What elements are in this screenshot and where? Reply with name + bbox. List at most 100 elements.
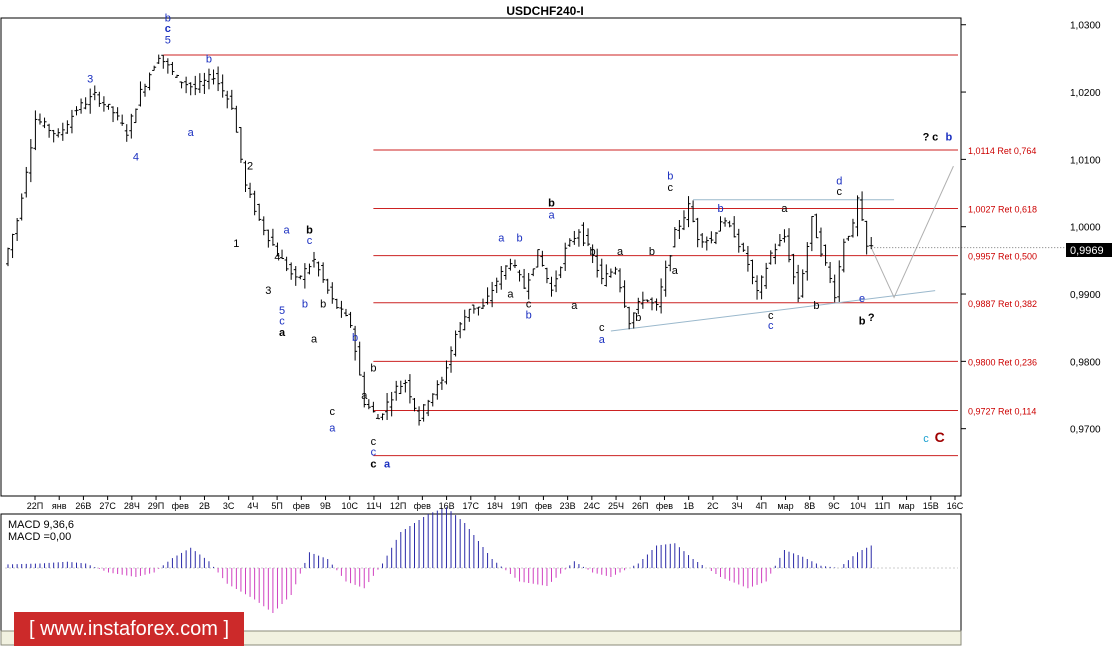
macd-label: MACD 9,36,6 <box>8 519 74 531</box>
wave-label: 1 <box>233 238 239 250</box>
wave-label: c <box>330 406 336 418</box>
macd-value-label: MACD =0,00 <box>8 531 71 543</box>
wave-label: b <box>649 246 655 258</box>
x-tick-label: фев <box>293 501 310 511</box>
wave-label: b <box>370 362 376 374</box>
x-tick-label: 4Ч <box>247 501 258 511</box>
x-tick-label: 15В <box>923 501 939 511</box>
y-tick-label: 1,0000 <box>1070 223 1101 234</box>
x-tick-label: 11П <box>874 501 890 511</box>
wave-label: a <box>781 203 788 215</box>
x-tick-label: фев <box>656 501 673 511</box>
wave-label: c <box>165 23 171 35</box>
wave-label: c <box>932 132 938 144</box>
chart-title: USDCHF240-I <box>506 4 583 18</box>
x-tick-label: мар <box>777 501 793 511</box>
wave-label: c <box>923 433 929 445</box>
x-tick-label: 26В <box>75 501 91 511</box>
wave-label: c <box>279 315 285 327</box>
x-tick-label: 27С <box>99 501 116 511</box>
y-tick-label: 0,9700 <box>1070 425 1101 436</box>
x-tick-label: 9С <box>828 501 840 511</box>
wave-label: a <box>498 233 505 245</box>
wave-label: b <box>945 132 952 144</box>
wave-label: c <box>668 182 674 194</box>
wave-label: b <box>590 246 596 258</box>
wave-label: e <box>859 293 865 305</box>
y-tick-label: 0,9900 <box>1070 290 1101 301</box>
x-tick-label: 3С <box>223 501 235 511</box>
x-tick-label: 19П <box>511 501 527 511</box>
x-tick-label: 8В <box>804 501 815 511</box>
wave-label: a <box>384 459 391 471</box>
x-tick-label: янв <box>52 501 67 511</box>
wave-label: a <box>361 390 368 402</box>
wave-label: c <box>768 320 774 332</box>
wave-label: 5 <box>165 35 171 47</box>
wave-label: a <box>571 300 578 312</box>
fib-level-label: 1,0027 Ret 0,618 <box>968 205 1037 215</box>
wave-label: a <box>507 288 514 300</box>
wave-label: ? <box>868 312 875 324</box>
wave-label: b <box>526 309 532 321</box>
fib-level-label: 0,9727 Ret 0,114 <box>968 406 1036 416</box>
wave-label: b <box>206 53 212 65</box>
x-tick-label: фев <box>535 501 552 511</box>
wave-label: c <box>837 186 843 198</box>
wave-label: a <box>279 327 286 339</box>
wave-label: b <box>352 332 358 344</box>
current-price-tag: 0,9969 <box>1066 243 1112 257</box>
x-tick-label: 26П <box>632 501 648 511</box>
instaforex-watermark[interactable]: [ www.instaforex.com ] <box>14 612 244 646</box>
current-price-value: 0,9969 <box>1070 245 1104 257</box>
x-tick-label: 24С <box>584 501 601 511</box>
wave-label: b <box>813 300 819 312</box>
x-tick-label: 9В <box>320 501 331 511</box>
x-tick-label: 22П <box>27 501 43 511</box>
x-tick-label: 29П <box>148 501 164 511</box>
x-tick-label: 12П <box>390 501 406 511</box>
x-tick-label: мар <box>898 501 914 511</box>
x-tick-label: 28Ч <box>124 501 140 511</box>
wave-label: c <box>307 235 313 247</box>
y-tick-label: 1,0200 <box>1070 88 1101 99</box>
x-tick-label: 4П <box>756 501 767 511</box>
fib-level-label: 1,0114 Ret 0,764 <box>968 146 1036 156</box>
wave-label: a <box>672 265 679 277</box>
y-tick-label: 1,0300 <box>1070 21 1101 32</box>
x-tick-label: 16С <box>947 501 964 511</box>
fib-level-label: 0,9957 Ret 0,500 <box>968 252 1037 262</box>
wave-label: b <box>667 171 673 183</box>
wave-label: a <box>617 246 624 258</box>
x-tick-label: 10Ч <box>850 501 866 511</box>
wave-label: a <box>311 334 318 346</box>
wave-label: C <box>935 429 945 445</box>
x-tick-label: фев <box>414 501 431 511</box>
wave-label: a <box>599 334 606 346</box>
x-tick-label: 3Ч <box>732 501 743 511</box>
x-tick-label: 1В <box>683 501 694 511</box>
x-tick-label: 5П <box>271 501 282 511</box>
x-tick-label: 11Ч <box>366 501 381 511</box>
fib-level-label: 0,9887 Ret 0,382 <box>968 299 1037 309</box>
wave-label: b <box>859 315 866 327</box>
wave-label: 3 <box>87 74 93 86</box>
wave-label: ? <box>923 132 930 144</box>
x-tick-label: 2С <box>707 501 719 511</box>
x-tick-label: 2В <box>199 501 210 511</box>
wave-label: b <box>635 312 641 324</box>
fib-level-label: 0,9800 Ret 0,236 <box>968 357 1037 367</box>
wave-label: c <box>599 322 605 334</box>
y-tick-label: 1,0100 <box>1070 155 1101 166</box>
x-tick-label: 17С <box>463 501 480 511</box>
x-tick-label: 10С <box>341 501 358 511</box>
wave-label: a <box>548 210 555 222</box>
usdchf-chart: USDCHF240-I MACD 9,36,6 MACD =0,00 1,011… <box>0 0 1117 663</box>
wave-label: a <box>188 127 195 139</box>
wave-label: b <box>302 298 308 310</box>
wave-label: a <box>284 224 291 236</box>
wave-label: 4 <box>133 152 139 164</box>
wave-label: 2 <box>247 160 253 172</box>
wave-label: b <box>320 298 326 310</box>
y-tick-label: 0,9800 <box>1070 357 1101 368</box>
